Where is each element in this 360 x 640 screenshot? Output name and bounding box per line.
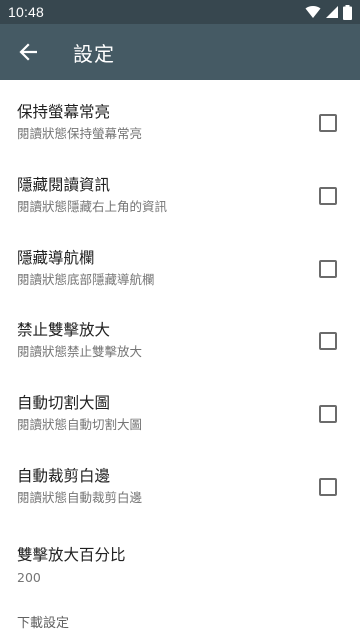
pref-summary: 閱讀狀態保持螢幕常亮 xyxy=(17,126,143,141)
keep-screen-on-checkbox[interactable] xyxy=(319,114,337,132)
status-bar: 10:48 xyxy=(0,0,360,24)
pref-auto-crop-margins[interactable]: 自動裁剪白邊 閱讀狀態自動裁剪白邊 xyxy=(0,451,360,523)
status-time: 10:48 xyxy=(8,4,45,20)
pref-summary: 閱讀狀態自動裁剪白邊 xyxy=(17,490,143,505)
pref-hide-reading-info[interactable]: 隱藏閱讀資訊 閱讀狀態隱藏右上角的資訊 xyxy=(0,160,360,232)
pref-auto-split-large-image[interactable]: 自動切割大圖 閱讀狀態自動切割大圖 xyxy=(0,378,360,450)
auto-split-large-image-checkbox[interactable] xyxy=(319,405,337,423)
pref-title: 自動裁剪白邊 xyxy=(17,467,111,485)
pref-title: 禁止雙擊放大 xyxy=(17,321,111,339)
pref-title: 隱藏閱讀資訊 xyxy=(17,176,111,194)
pref-value: 200 xyxy=(17,570,41,585)
auto-crop-margins-checkbox[interactable] xyxy=(319,478,337,496)
pref-summary: 閱讀狀態隱藏右上角的資訊 xyxy=(17,199,168,214)
pref-summary: 閱讀狀態底部隱藏導航欄 xyxy=(17,272,155,287)
wifi-icon xyxy=(305,6,321,19)
app-bar: 設定 xyxy=(0,24,360,80)
disable-double-tap-zoom-checkbox[interactable] xyxy=(319,332,337,350)
pref-hide-navigation-bar[interactable]: 隱藏導航欄 閱讀狀態底部隱藏導航欄 xyxy=(0,233,360,305)
signal-icon xyxy=(326,6,338,18)
pref-title: 保持螢幕常亮 xyxy=(17,103,111,121)
page-title: 設定 xyxy=(73,41,115,66)
arrow-left-icon xyxy=(19,43,37,61)
hide-reading-info-checkbox[interactable] xyxy=(319,187,337,205)
pref-title: 雙擊放大百分比 xyxy=(17,546,126,564)
pref-double-tap-zoom-percentage[interactable]: 雙擊放大百分比 200 xyxy=(0,535,360,597)
back-button[interactable] xyxy=(0,24,56,80)
pref-keep-screen-on[interactable]: 保持螢幕常亮 閱讀狀態保持螢幕常亮 xyxy=(0,87,360,159)
pref-title: 隱藏導航欄 xyxy=(17,249,95,267)
pref-summary: 閱讀狀態禁止雙擊放大 xyxy=(17,344,143,359)
pref-title: 自動切割大圖 xyxy=(17,394,111,412)
section-header-download: 下載設定 xyxy=(17,616,70,631)
pref-disable-double-tap-zoom[interactable]: 禁止雙擊放大 閱讀狀態禁止雙擊放大 xyxy=(0,305,360,377)
battery-icon xyxy=(343,4,352,20)
status-icons xyxy=(305,4,352,20)
hide-navigation-bar-checkbox[interactable] xyxy=(319,260,337,278)
pref-summary: 閱讀狀態自動切割大圖 xyxy=(17,417,143,432)
